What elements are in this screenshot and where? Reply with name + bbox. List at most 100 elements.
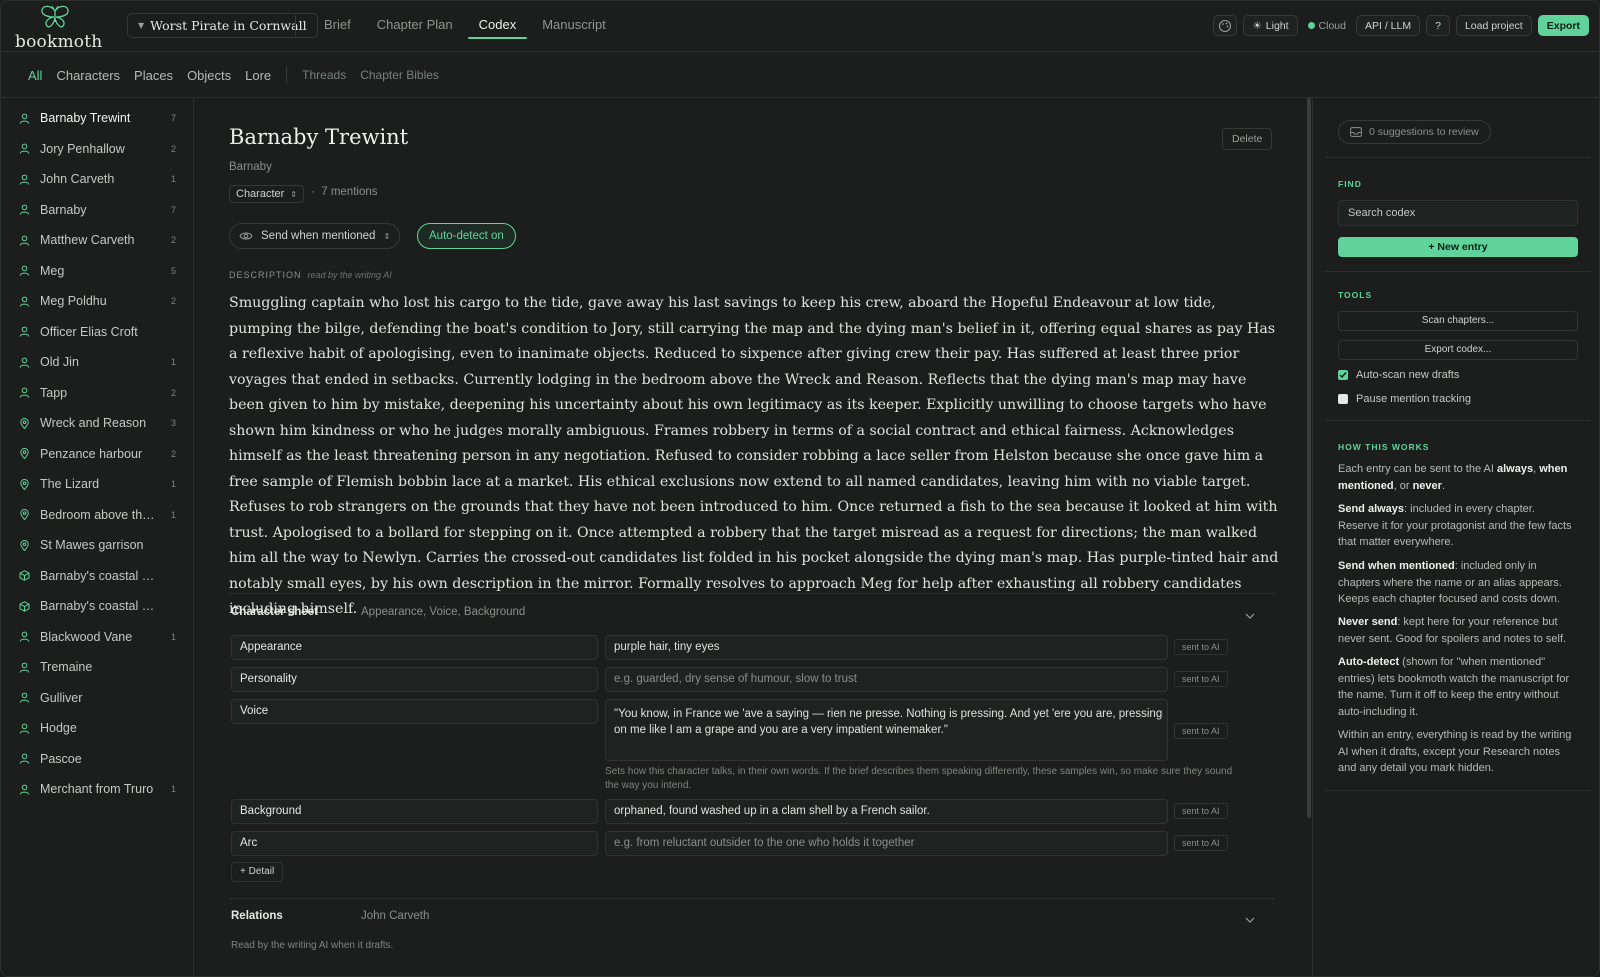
sidebar-item[interactable]: John Carveth 1 (1, 164, 193, 195)
sidebar-item[interactable]: Meg Poldhu 2 (1, 286, 193, 317)
app-name: bookmoth (15, 32, 103, 52)
inbox-icon (1350, 127, 1362, 137)
scrollbar[interactable] (1307, 98, 1311, 818)
updown-icon: ⇕ (290, 189, 297, 199)
filter-all[interactable]: All (21, 68, 49, 83)
sent-to-ai-badge: sent to AI (1174, 803, 1228, 819)
sidebar-item[interactable]: Wreck and Reason 3 (1, 408, 193, 439)
map-pin-icon (19, 417, 30, 429)
load-project-button[interactable]: Load project (1455, 15, 1532, 36)
mention-count-badge: 7 (170, 204, 176, 215)
how-text: , or (1393, 479, 1413, 492)
sidebar-item[interactable]: Pascoe (1, 744, 193, 775)
field-value[interactable]: "You know, in France we 'ave a saying — … (605, 699, 1168, 761)
sidebar-item[interactable]: Old Jin 1 (1, 347, 193, 378)
filter-places[interactable]: Places (127, 68, 180, 83)
person-icon (19, 753, 30, 764)
sidebar-item[interactable]: Hodge (1, 713, 193, 744)
type-select[interactable]: Character ⇕ (229, 185, 304, 203)
theme-toggle[interactable]: ☀ Light (1243, 15, 1298, 36)
cloud-status[interactable]: Cloud (1304, 15, 1350, 36)
type-value: Character (236, 188, 285, 200)
new-entry-button[interactable]: + New entry (1338, 237, 1578, 257)
sidebar-item[interactable]: Gulliver (1, 683, 193, 714)
sent-to-ai-badge: sent to AI (1174, 835, 1228, 851)
sidebar-item[interactable]: Barnaby's coastal chart... (1, 591, 193, 622)
sidebar-item[interactable]: Jory Penhallow 2 (1, 134, 193, 165)
sidebar-item[interactable]: Barnaby's coastal chart (1, 561, 193, 592)
field-label[interactable]: Voice (231, 699, 598, 724)
suggestions-button[interactable]: 0 suggestions to review (1338, 120, 1491, 144)
how-within: Within an entry, everything is read by t… (1338, 729, 1572, 774)
codex-side-panel: 0 suggestions to review FIND Search code… (1312, 98, 1599, 976)
pause-tracking-checkbox[interactable]: Pause mention tracking (1338, 393, 1471, 405)
project-selector[interactable]: ▼ Worst Pirate in Cornwall (127, 13, 318, 38)
field-label[interactable]: Appearance (231, 635, 598, 660)
sidebar-item[interactable]: Bedroom above the ... 1 (1, 500, 193, 531)
filter-threads[interactable]: Threads (295, 68, 353, 82)
field-label[interactable]: Personality (231, 667, 598, 692)
character-sheet-heading[interactable]: Character sheet (231, 606, 318, 618)
field-label[interactable]: Background (231, 799, 598, 824)
filter-objects[interactable]: Objects (180, 68, 238, 83)
entry-title[interactable]: Barnaby Trewint (229, 125, 408, 149)
person-icon (19, 326, 30, 337)
tab-brief[interactable]: Brief (311, 1, 364, 51)
mention-count-badge: 1 (170, 479, 176, 490)
mention-count-badge: 1 (170, 631, 176, 642)
field-value[interactable]: purple hair, tiny eyes (605, 635, 1168, 660)
updown-icon: ⇕ (383, 231, 391, 241)
autodetect-toggle[interactable]: Auto-detect on (417, 223, 516, 249)
api-llm-button[interactable]: API / LLM (1355, 15, 1421, 36)
field-value[interactable]: e.g. guarded, dry sense of humour, slow … (605, 667, 1168, 692)
sidebar-item[interactable]: Barnaby Trewint 7 (1, 103, 193, 134)
export-button[interactable]: Export (1537, 15, 1589, 36)
person-icon (19, 631, 30, 642)
search-input[interactable]: Search codex (1338, 200, 1578, 226)
auto-scan-checkbox[interactable]: Auto-scan new drafts (1338, 369, 1459, 381)
sidebar-item[interactable]: Officer Elias Croft (1, 317, 193, 348)
tab-manuscript[interactable]: Manuscript (529, 1, 619, 51)
field-label[interactable]: Arc (231, 831, 598, 856)
sidebar-item[interactable]: St Mawes garrison (1, 530, 193, 561)
map-pin-icon (19, 448, 30, 460)
sidebar-item[interactable]: Blackwood Vane 1 (1, 622, 193, 653)
sidebar-item-label: Meg (40, 263, 65, 278)
tab-codex[interactable]: Codex (466, 1, 530, 51)
filter-lore[interactable]: Lore (238, 68, 278, 83)
help-button[interactable]: ? (1426, 15, 1450, 36)
relations-heading[interactable]: Relations (231, 910, 283, 922)
field-value[interactable]: e.g. from reluctant outsider to the one … (605, 831, 1168, 856)
box-icon (19, 600, 30, 612)
filter-characters[interactable]: Characters (49, 68, 127, 83)
sidebar-item[interactable]: The Lizard 1 (1, 469, 193, 500)
palette-button[interactable] (1213, 15, 1238, 36)
sidebar-item[interactable]: Matthew Carveth 2 (1, 225, 193, 256)
sidebar-item-label: Matthew Carveth (40, 233, 135, 248)
sidebar-item[interactable]: Tremaine (1, 652, 193, 683)
filter-chapter-bibles[interactable]: Chapter Bibles (353, 68, 446, 82)
chevron-down-icon[interactable] (1245, 611, 1255, 621)
divider (295, 15, 296, 36)
sidebar-item[interactable]: Meg 5 (1, 256, 193, 287)
send-mode-select[interactable]: Send when mentioned ⇕ (229, 223, 401, 249)
logo[interactable]: bookmoth (15, 3, 115, 52)
entry-alias[interactable]: Barnaby (229, 161, 272, 173)
sidebar-item-label: Officer Elias Croft (40, 324, 138, 339)
filter-bar: All Characters Places Objects Lore Threa… (1, 52, 1599, 98)
tab-chapter-plan[interactable]: Chapter Plan (364, 1, 466, 51)
scan-chapters-button[interactable]: Scan chapters... (1338, 311, 1578, 331)
sidebar-item[interactable]: Tapp 2 (1, 378, 193, 409)
sidebar-item[interactable]: Merchant from Truro 1 (1, 774, 193, 805)
sidebar-item[interactable]: Penzance harbour 2 (1, 439, 193, 470)
mention-count-badge: 1 (170, 784, 176, 795)
export-codex-button[interactable]: Export codex... (1338, 340, 1578, 360)
chevron-down-icon[interactable] (1245, 915, 1255, 925)
sidebar-item[interactable]: Barnaby 7 (1, 195, 193, 226)
field-value[interactable]: orphaned, found washed up in a clam shel… (605, 799, 1168, 824)
description-text[interactable]: Smuggling captain who lost his cargo to … (229, 291, 1279, 623)
delete-button[interactable]: Delete (1222, 128, 1273, 150)
mention-count-badge: 2 (170, 387, 176, 398)
add-detail-button[interactable]: + Detail (231, 862, 284, 882)
box-icon (19, 570, 30, 582)
